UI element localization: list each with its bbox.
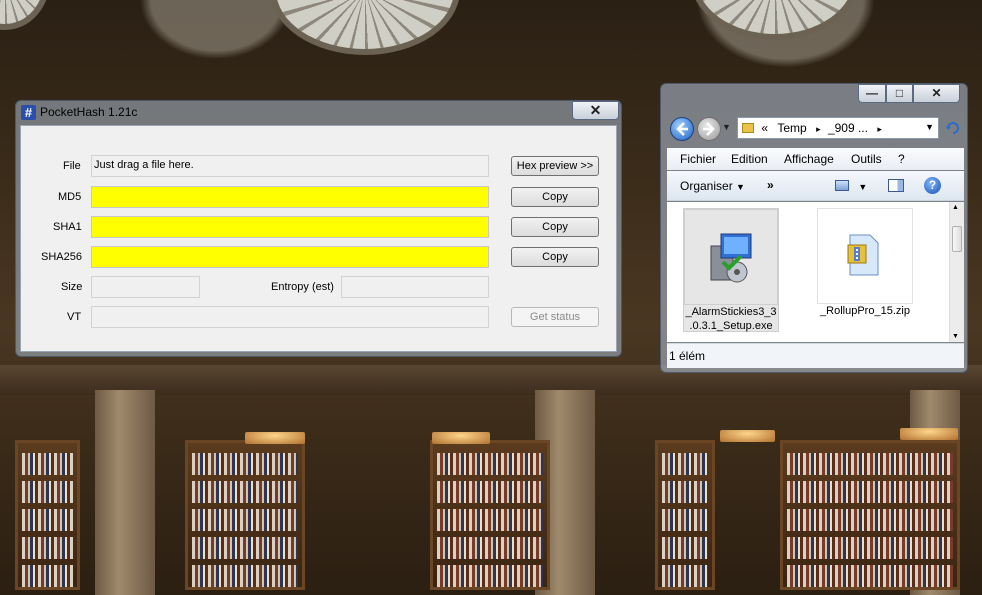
close-button[interactable]: ✕ xyxy=(572,101,619,120)
md5-field[interactable] xyxy=(91,186,489,208)
zip-folder-icon xyxy=(847,234,879,276)
back-button[interactable] xyxy=(670,117,694,141)
file-name-line: _AlarmStickies3_3 xyxy=(685,306,777,318)
chevron-down-icon: ▼ xyxy=(736,182,745,192)
vt-field[interactable] xyxy=(91,306,489,328)
file-name-line: _RollupPro_15.zip xyxy=(820,305,910,317)
status-bar: 1 élém xyxy=(667,343,964,368)
refresh-button[interactable] xyxy=(944,119,962,137)
breadcrumb-separator[interactable]: ▸ xyxy=(816,124,821,134)
back-arrow-icon xyxy=(676,122,688,136)
sha1-label: SHA1 xyxy=(53,221,82,233)
hex-preview-button[interactable]: Hex preview >> xyxy=(511,156,599,176)
help-icon[interactable]: ? xyxy=(924,177,941,194)
breadcrumb-temp[interactable]: Temp xyxy=(777,121,806,135)
more-commands-button[interactable]: » xyxy=(767,178,774,192)
installer-icon xyxy=(710,233,752,283)
minimize-button[interactable]: — xyxy=(858,84,886,103)
organize-button[interactable]: Organiser ▼ xyxy=(680,179,745,193)
file-list: _AlarmStickies3_3 .0.3.1_Setup.exe _Roll… xyxy=(667,202,964,342)
address-overflow[interactable]: « xyxy=(761,121,768,135)
history-dropdown-icon[interactable]: ▼ xyxy=(722,122,731,132)
size-label: Size xyxy=(61,281,83,293)
copy-sha256-button[interactable]: Copy xyxy=(511,247,599,267)
command-toolbar: Organiser ▼ » ▼ ? xyxy=(667,171,964,201)
file-drop-field[interactable]: Just drag a file here. xyxy=(91,155,489,177)
file-item-rolluppro[interactable]: _RollupPro_15.zip xyxy=(817,208,913,332)
sha256-field[interactable] xyxy=(91,246,489,268)
menu-outils[interactable]: Outils xyxy=(851,152,882,166)
view-icon xyxy=(835,180,849,191)
sha1-field[interactable] xyxy=(91,216,489,238)
sha256-label: SHA256 xyxy=(41,251,82,263)
preview-pane-icon[interactable] xyxy=(888,179,904,192)
scroll-thumb[interactable] xyxy=(952,226,962,252)
menu-help[interactable]: ? xyxy=(898,152,905,166)
vt-label: VT xyxy=(67,311,82,323)
file-label: File xyxy=(63,160,81,172)
organize-label: Organiser xyxy=(680,179,733,193)
file-item-alarmstickies[interactable]: _AlarmStickies3_3 .0.3.1_Setup.exe xyxy=(683,208,779,332)
size-field[interactable] xyxy=(91,276,200,298)
breadcrumb-separator[interactable]: ▸ xyxy=(877,124,882,134)
chevron-down-icon: ▼ xyxy=(858,182,868,192)
md5-label: MD5 xyxy=(58,191,82,203)
explorer-window: — □ ✕ ▼ « Temp ▸ _909 ... ▸ ▼ Fichier Ed… xyxy=(660,83,968,373)
menu-bar: Fichier Edition Affichage Outils ? xyxy=(667,148,964,170)
breadcrumb-909[interactable]: _909 ... xyxy=(828,121,868,135)
pockethash-window: # PocketHash 1.21c ✕ File Just drag a fi… xyxy=(15,100,622,357)
view-button[interactable]: ▼ xyxy=(835,179,867,193)
menu-edition[interactable]: Edition xyxy=(731,152,768,166)
get-status-button[interactable]: Get status xyxy=(511,307,599,327)
menu-fichier[interactable]: Fichier xyxy=(680,152,716,166)
scroll-down-icon[interactable]: ▼ xyxy=(952,333,959,340)
close-button[interactable]: ✕ xyxy=(913,84,960,103)
app-hash-icon: # xyxy=(21,105,36,120)
file-name-line: .0.3.1_Setup.exe xyxy=(689,320,773,332)
maximize-button[interactable]: □ xyxy=(886,84,913,103)
copy-sha1-button[interactable]: Copy xyxy=(511,217,599,237)
window-title: PocketHash 1.21c xyxy=(40,105,138,119)
refresh-icon xyxy=(946,122,959,134)
menu-affichage[interactable]: Affichage xyxy=(784,152,834,166)
pockethash-client-area: File Just drag a file here. Hex preview … xyxy=(20,125,617,352)
scroll-up-icon[interactable]: ▲ xyxy=(952,204,959,211)
copy-md5-button[interactable]: Copy xyxy=(511,187,599,207)
entropy-field[interactable] xyxy=(341,276,489,298)
address-dropdown-icon[interactable]: ▼ xyxy=(925,122,934,132)
forward-arrow-icon xyxy=(703,122,715,136)
entropy-label: Entropy (est) xyxy=(271,281,334,293)
forward-button[interactable] xyxy=(697,117,721,141)
address-bar[interactable]: « Temp ▸ _909 ... ▸ ▼ xyxy=(737,117,939,139)
vertical-scrollbar[interactable]: ▲ ▼ xyxy=(949,202,964,342)
folder-icon xyxy=(742,123,754,133)
